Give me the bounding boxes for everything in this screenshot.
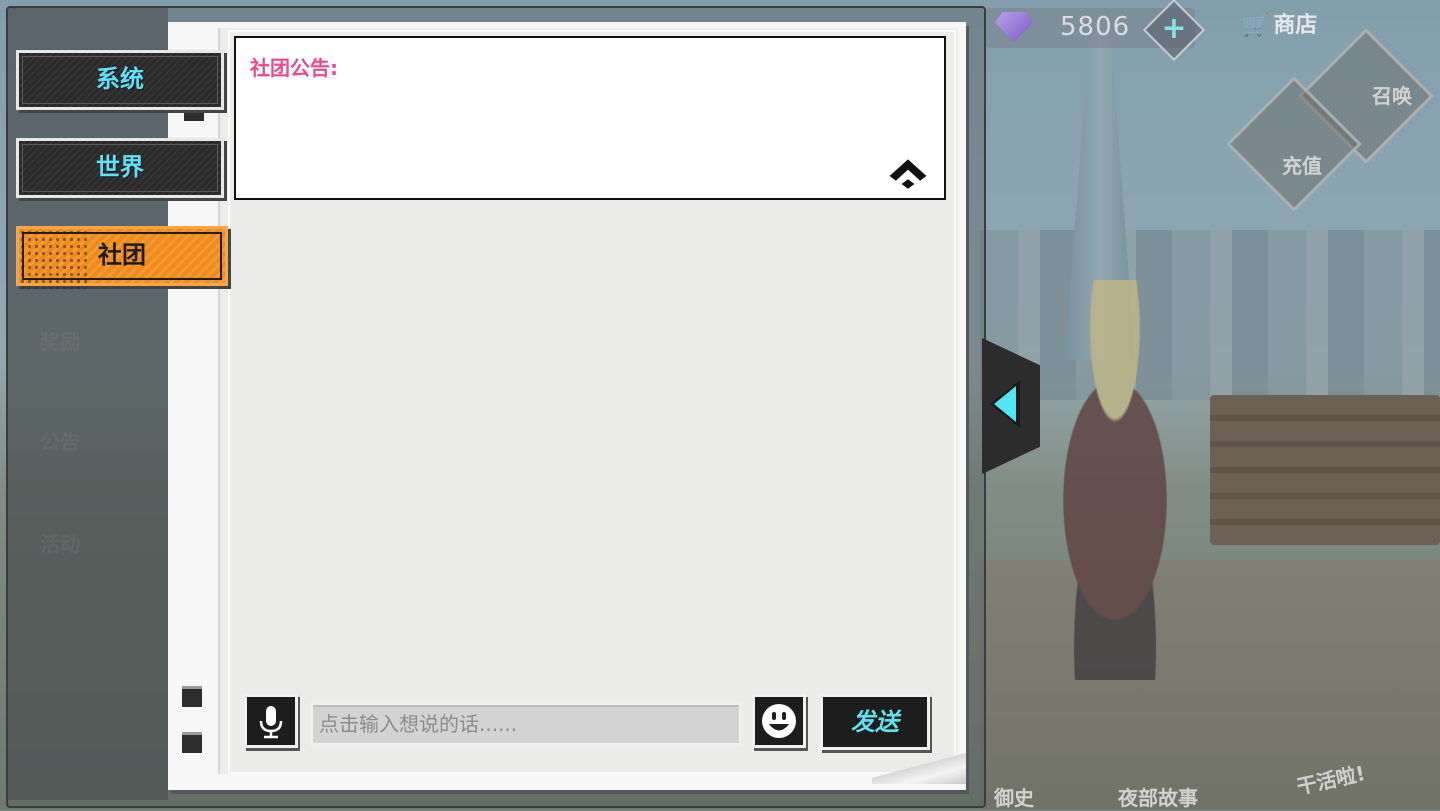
chat-input[interactable] [310,702,742,746]
binder-hole [182,686,202,707]
plus-icon: + [1161,11,1187,46]
summon-label: 召唤 [1372,84,1412,108]
send-button[interactable]: 发送 [820,694,930,750]
voice-input-button[interactable] [244,694,298,748]
chat-text-field[interactable] [313,705,739,743]
tab-column-backdrop [8,8,168,800]
tab-club[interactable]: 社团 [16,226,228,289]
tab-label: 世界 [96,153,144,181]
tab-label: 社团 [98,241,146,269]
send-label: 发送 [851,708,899,736]
tab-system[interactable]: 系统 [16,50,224,110]
shop-label: 商店 [1273,13,1318,38]
tab-world[interactable]: 世界 [16,138,224,198]
history-menu-label[interactable]: 御史 [994,782,1034,811]
club-notice-title: 社团公告: [250,56,338,80]
chevron-up-icon [886,156,930,192]
cart-icon: 🛒 [1242,13,1270,38]
gem-count: 5806 [1060,12,1131,42]
club-notice-box: 社团公告: [234,36,946,200]
night-story-menu-label[interactable]: 夜部故事 [1118,782,1198,811]
tab-label: 系统 [96,65,144,93]
page-curl-decoration [872,752,966,784]
binder-hole [182,732,202,753]
shop-button[interactable]: 🛒 商店 [1232,6,1352,46]
recharge-label: 充值 [1282,154,1322,178]
smiley-icon [762,704,796,738]
collapse-notice-button[interactable] [886,156,930,192]
microphone-icon [259,706,283,739]
arrow-left-icon [990,380,1020,428]
emoji-button[interactable] [752,694,806,748]
